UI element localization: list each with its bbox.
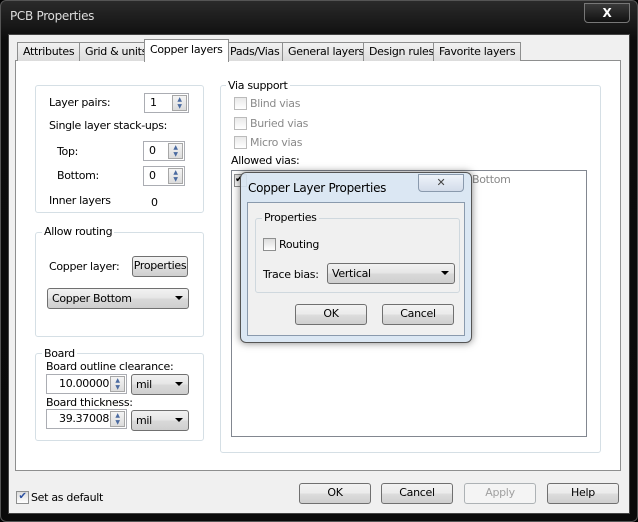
clearance-label: Board outline clearance: <box>46 360 174 373</box>
thickness-spinner[interactable]: 39.37008 ▲ ▼ <box>46 409 127 429</box>
top-spinner[interactable]: 0 ▲ ▼ <box>143 141 185 161</box>
buried-vias-checkbox[interactable] <box>234 117 247 130</box>
dialog-properties-label: Properties <box>262 211 319 224</box>
allowed-vias-label: Allowed vias: <box>231 154 300 167</box>
thickness-unit-select[interactable]: mil <box>131 410 189 431</box>
micro-vias-label: Micro vias <box>250 136 303 149</box>
layer-pairs-label: Layer pairs: <box>49 96 111 109</box>
dialog-title: Copper Layer Properties <box>248 181 387 195</box>
apply-button[interactable]: Apply <box>464 483 536 504</box>
routing-checkbox[interactable] <box>263 238 276 251</box>
blind-vias-label: Blind vias <box>250 97 301 110</box>
set-default-label: Set as default <box>31 491 104 504</box>
dialog-close-button[interactable]: ✕ <box>418 174 464 192</box>
allowed-via-item[interactable]: Bottom <box>472 173 511 186</box>
spinner-arrows-icon[interactable]: ▲ ▼ <box>172 95 187 111</box>
chevron-down-icon <box>175 296 183 300</box>
bottom-label: Bottom: <box>57 169 99 182</box>
single-layer-label: Single layer stack-ups: <box>49 119 168 132</box>
allow-routing-label: Allow routing <box>42 225 115 238</box>
spinner-arrows-icon[interactable]: ▲ ▼ <box>168 143 183 159</box>
chevron-down-icon <box>441 271 449 275</box>
spinner-arrows-icon[interactable]: ▲ ▼ <box>110 411 125 427</box>
tab-copper-layers[interactable]: Copper layers <box>144 39 229 62</box>
close-button[interactable]: X <box>584 3 630 23</box>
tab-favorite-layers[interactable]: Favorite layers <box>433 42 522 61</box>
clearance-spinner[interactable]: 10.00000 ▲ ▼ <box>46 374 127 394</box>
routing-label: Routing <box>279 238 320 251</box>
help-button[interactable]: Help <box>547 483 619 504</box>
thickness-label: Board thickness: <box>46 396 133 409</box>
board-label: Board <box>42 347 77 360</box>
allow-routing-group <box>35 232 204 337</box>
tab-design-rules[interactable]: Design rules <box>363 42 440 61</box>
spinner-arrows-icon[interactable]: ▲ ▼ <box>168 168 183 184</box>
cancel-button[interactable]: Cancel <box>381 483 453 504</box>
window-title: PCB Properties <box>10 9 95 23</box>
clearance-unit-select[interactable]: mil <box>131 374 189 395</box>
buried-vias-label: Buried vias <box>250 117 309 130</box>
tab-general-layers[interactable]: General layers <box>282 42 370 61</box>
tab-pads-vias[interactable]: Pads/Vias <box>224 42 286 61</box>
bottom-spinner[interactable]: 0 ▲ ▼ <box>143 166 185 186</box>
layer-pairs-spinner[interactable]: 1 ▲ ▼ <box>144 93 189 113</box>
properties-button[interactable]: Properties <box>132 256 188 277</box>
top-label: Top: <box>57 145 79 158</box>
copper-layer-select[interactable]: Copper Bottom <box>47 288 189 309</box>
via-support-label: Via support <box>226 79 290 92</box>
tab-attributes[interactable]: Attributes <box>17 42 81 61</box>
copper-layer-label: Copper layer: <box>49 260 120 273</box>
spinner-arrows-icon[interactable]: ▲ ▼ <box>110 376 125 392</box>
inner-layers-label: Inner layers <box>49 194 111 207</box>
trace-bias-select[interactable]: Vertical <box>327 263 455 284</box>
blind-vias-checkbox[interactable] <box>234 97 247 110</box>
set-default-checkbox[interactable]: ✔ <box>16 491 29 504</box>
inner-layers-value: 0 <box>151 196 158 209</box>
chevron-down-icon <box>175 382 183 386</box>
dialog-ok-button[interactable]: OK <box>295 304 367 325</box>
tab-grid-units[interactable]: Grid & units <box>79 42 154 61</box>
trace-bias-label: Trace bias: <box>263 268 319 281</box>
chevron-down-icon <box>175 418 183 422</box>
micro-vias-checkbox[interactable] <box>234 136 247 149</box>
dialog-cancel-button[interactable]: Cancel <box>382 304 454 325</box>
ok-button[interactable]: OK <box>299 483 371 504</box>
